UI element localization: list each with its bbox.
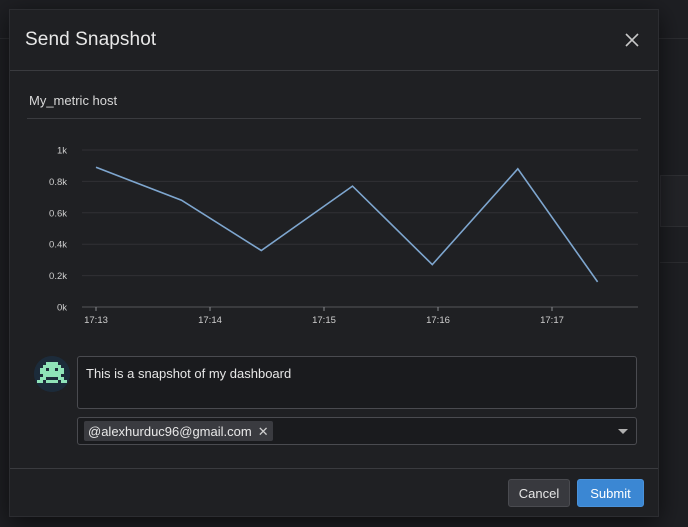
y-tick-label: 0.2k <box>49 271 67 282</box>
panel-divider <box>27 118 641 119</box>
x-tick-label: 17:16 <box>426 315 450 326</box>
submit-button[interactable]: Submit <box>577 479 644 507</box>
panel-title: My_metric host <box>29 93 118 108</box>
y-tick-label: 0.6k <box>49 208 67 219</box>
comment-textarea[interactable]: This is a snapshot of my dashboard <box>77 356 637 409</box>
send-snapshot-modal: Send Snapshot My_metric host 0k 0.2k 0.4k 0… <box>9 9 659 517</box>
y-tick-label: 0.4k <box>49 240 67 251</box>
background-divider <box>660 262 688 263</box>
background-panel <box>660 175 688 227</box>
series-line <box>95 166 599 283</box>
recipient-chip-label: @alexhurduc96@gmail.com <box>88 423 252 439</box>
modal-title: Send Snapshot <box>25 29 157 50</box>
x-tick-label: 17:15 <box>312 315 336 326</box>
close-icon[interactable] <box>622 30 642 50</box>
user-avatar-icon <box>34 356 70 392</box>
x-tick-label: 17:13 <box>84 315 108 326</box>
x-tick-label: 17:17 <box>540 315 564 326</box>
recipient-select[interactable]: @alexhurduc96@gmail.com ✕ <box>77 417 637 445</box>
footer-divider <box>10 468 658 469</box>
close-icon[interactable]: ✕ <box>258 425 269 438</box>
cancel-button[interactable]: Cancel <box>508 479 570 507</box>
metric-line-chart: 0k 0.2k 0.4k 0.6k 0.8k 1k 17:13 17:14 17:15 17:16… <box>49 146 638 326</box>
recipient-chip: @alexhurduc96@gmail.com ✕ <box>84 421 273 441</box>
y-tick-label: 0.8k <box>49 177 67 188</box>
y-tick-label: 1k <box>57 146 67 157</box>
chevron-down-icon[interactable] <box>618 429 628 434</box>
y-tick-label: 0k <box>57 303 67 314</box>
x-tick-label: 17:14 <box>198 315 222 326</box>
modal-header: Send Snapshot <box>10 10 658 71</box>
